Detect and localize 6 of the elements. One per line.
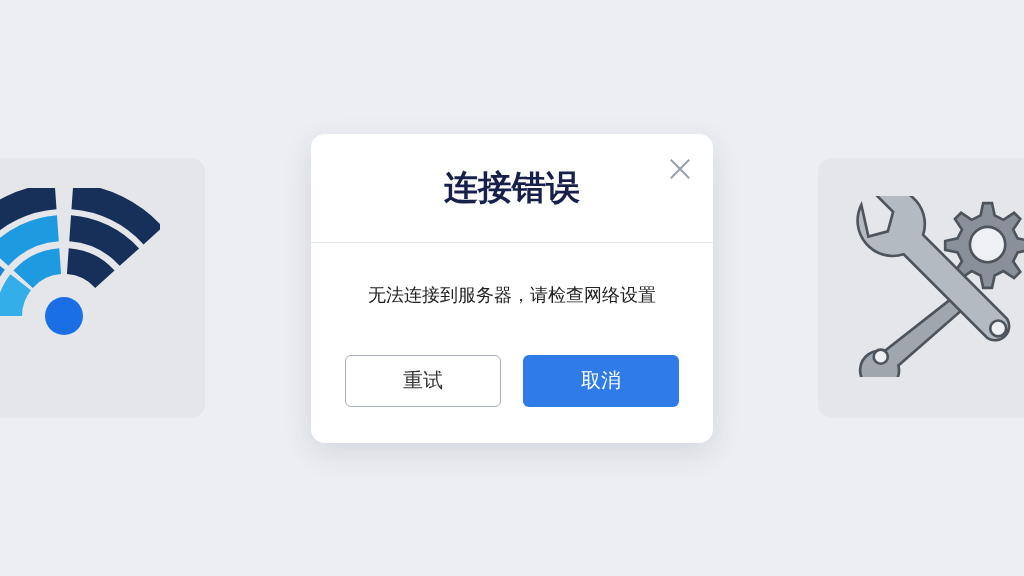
dialog-title: 连接错误 [444, 165, 580, 209]
wifi-icon [0, 188, 160, 338]
dialog-message: 无法连接到服务器，请检查网络设置 [368, 282, 656, 307]
cancel-button[interactable]: 取消 [523, 354, 679, 407]
retry-button[interactable]: 重试 [345, 354, 501, 407]
close-icon[interactable] [669, 157, 691, 180]
